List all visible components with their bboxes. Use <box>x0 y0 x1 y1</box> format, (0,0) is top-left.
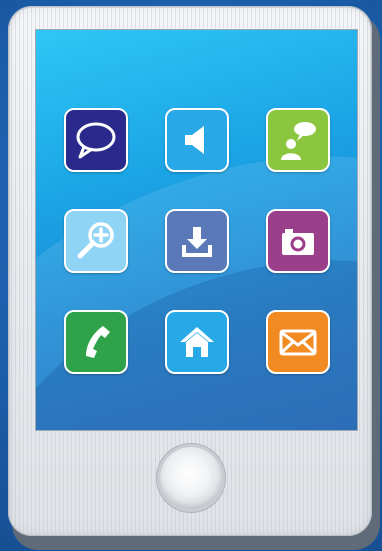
download-app[interactable] <box>165 209 229 273</box>
camera-app[interactable] <box>266 209 330 273</box>
home-app[interactable] <box>165 310 229 374</box>
app-grid <box>64 108 330 374</box>
home-button-center <box>171 458 211 498</box>
speaker-icon <box>185 126 204 154</box>
home-button[interactable] <box>160 447 222 509</box>
zoom-in-icon <box>77 222 114 259</box>
speech-bubble-icon <box>76 122 116 159</box>
tablet-screen <box>36 30 357 430</box>
speaker-app[interactable] <box>165 108 229 172</box>
mail-app[interactable] <box>266 310 330 374</box>
phone-app[interactable] <box>64 310 128 374</box>
chat-user-icon <box>281 122 316 160</box>
speech-bubble-app[interactable] <box>64 108 128 172</box>
home-icon <box>180 327 214 357</box>
background <box>0 0 382 551</box>
chat-user-app[interactable] <box>266 108 330 172</box>
phone-icon <box>86 326 110 358</box>
download-icon <box>182 227 212 257</box>
zoom-in-app[interactable] <box>64 209 128 273</box>
mail-icon <box>279 329 317 356</box>
camera-icon <box>282 229 314 255</box>
